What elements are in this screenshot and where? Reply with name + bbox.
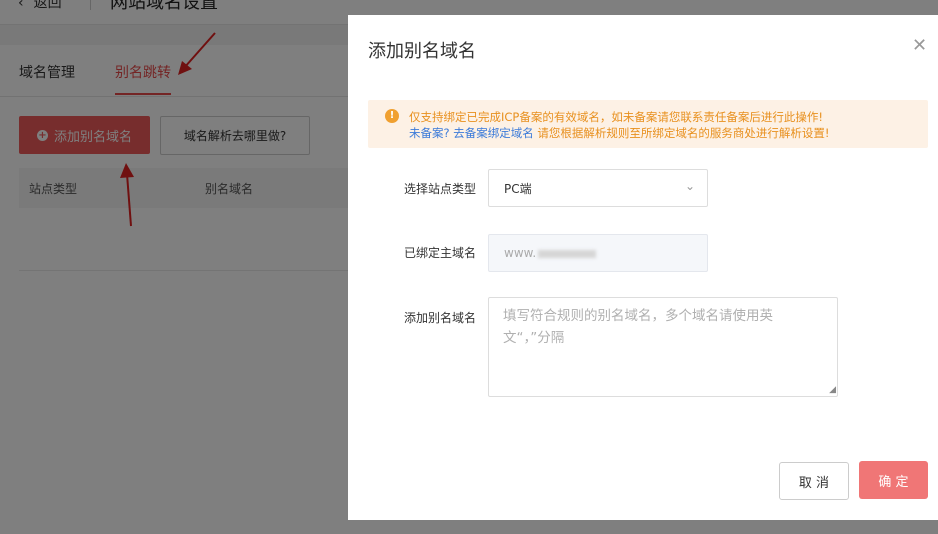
close-icon[interactable]: ✕	[912, 35, 927, 56]
not-registered-link[interactable]: 未备案?	[409, 126, 450, 140]
add-alias-domain-dialog: 添加别名域名 ✕ ! 仅支持绑定已完成ICP备案的有效域名，如未备案请您联系责任…	[348, 15, 938, 520]
warning-icon: !	[385, 109, 399, 123]
cancel-button[interactable]: 取 消	[779, 462, 849, 500]
bind-domain-link[interactable]: 绑定域名	[488, 126, 534, 140]
warning-notice: ! 仅支持绑定已完成ICP备案的有效域名，如未备案请您联系责任备案后进行此操作!…	[368, 100, 928, 148]
chevron-down-icon: ⌄	[684, 179, 695, 193]
site-type-value: PC端	[504, 182, 532, 196]
main-domain-field: www.	[488, 234, 708, 272]
site-type-select[interactable]: PC端 ⌄	[488, 169, 708, 207]
alias-domain-label: 添加别名域名	[403, 311, 476, 325]
redacted-text	[538, 249, 597, 258]
go-register-link[interactable]: 去备案	[453, 126, 488, 140]
notice-text: 仅支持绑定已完成ICP备案的有效域名，如未备案请您联系责任备案后进行此操作!	[409, 110, 823, 124]
notice-dns-text: 请您根据解析规则至所绑定域名的服务商处进行解析设置!	[537, 126, 830, 140]
dialog-title: 添加别名域名	[368, 41, 476, 62]
resize-handle-icon[interactable]: ◢	[829, 385, 836, 395]
notice-links-line: 未备案? 去备案绑定域名 请您根据解析规则至所绑定域名的服务商处进行解析设置!	[409, 125, 830, 141]
alias-domain-textarea[interactable]: 填写符合规则的别名域名，多个域名请使用英文“，”分隔 ◢	[488, 297, 838, 397]
main-domain-label: 已绑定主域名	[403, 246, 476, 260]
confirm-button[interactable]: 确 定	[859, 461, 928, 499]
site-type-label: 选择站点类型	[403, 182, 476, 196]
main-domain-value: www.	[504, 246, 537, 260]
alias-domain-placeholder: 填写符合规则的别名域名，多个域名请使用英文“，”分隔	[503, 308, 773, 346]
